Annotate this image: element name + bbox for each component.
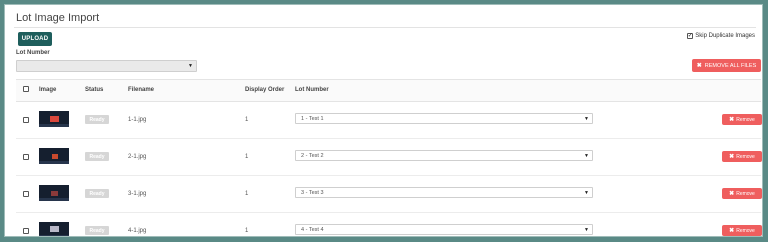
table-row: Ready 1-1.jpg 1 1 - Test 1 ▼ ✖ Remove [16, 102, 762, 139]
filename: 4-1.jpg [128, 228, 147, 234]
lot-image-import-panel: Lot Image Import UPLOAD ✓ Skip Duplicate… [4, 4, 763, 237]
remove-button[interactable]: ✖ Remove [722, 225, 762, 236]
page-title: Lot Image Import [16, 12, 100, 24]
row-lot-select-value: 2 - Test 2 [301, 153, 324, 159]
close-icon: ✖ [729, 191, 735, 197]
header-lot-number: Lot Number [295, 87, 329, 93]
row-lot-select[interactable]: 3 - Test 3 ▼ [295, 187, 593, 198]
caret-down-icon: ▼ [584, 153, 589, 159]
close-icon: ✖ [696, 63, 702, 69]
filename: 1-1.jpg [128, 117, 147, 123]
row-checkbox[interactable] [23, 154, 29, 160]
files-table: Image Status Filename Display Order Lot … [16, 79, 762, 236]
filename: 3-1.jpg [128, 191, 147, 197]
row-lot-select[interactable]: 4 - Test 4 ▼ [295, 224, 593, 235]
filename: 2-1.jpg [128, 154, 147, 160]
remove-button[interactable]: ✖ Remove [722, 114, 762, 125]
display-order: 1 [245, 154, 249, 160]
status-badge: Ready [85, 152, 109, 161]
row-lot-select-value: 4 - Test 4 [301, 227, 324, 233]
close-icon: ✖ [729, 154, 735, 160]
status-badge: Ready [85, 189, 109, 198]
close-icon: ✖ [729, 117, 735, 123]
header-image: Image [39, 87, 57, 93]
thumbnail-image [39, 148, 69, 164]
caret-down-icon: ▼ [584, 227, 589, 233]
header-filename: Filename [128, 87, 155, 93]
row-lot-select[interactable]: 2 - Test 2 ▼ [295, 150, 593, 161]
header-display-order: Display Order [245, 87, 285, 93]
remove-label: Remove [736, 227, 755, 234]
lot-number-label: Lot Number [16, 50, 50, 56]
row-lot-select-value: 3 - Test 3 [301, 190, 324, 196]
upload-button[interactable]: UPLOAD [18, 32, 52, 46]
thumbnail-image [39, 111, 69, 127]
thumbnail-image [39, 185, 69, 201]
remove-button[interactable]: ✖ Remove [722, 151, 762, 162]
remove-label: Remove [736, 190, 755, 197]
table-header: Image Status Filename Display Order Lot … [16, 79, 761, 102]
table-row: Ready 4-1.jpg 1 4 - Test 4 ▼ ✖ Remove [16, 213, 762, 236]
display-order: 1 [245, 191, 249, 197]
remove-all-files-label: REMOVE ALL FILES [704, 62, 757, 69]
skip-duplicates-option[interactable]: ✓ Skip Duplicate Images [687, 33, 755, 39]
remove-all-files-button[interactable]: ✖ REMOVE ALL FILES [692, 59, 761, 72]
row-checkbox[interactable] [23, 191, 29, 197]
status-badge: Ready [85, 115, 109, 124]
caret-down-icon: ▼ [584, 116, 589, 122]
remove-label: Remove [736, 153, 755, 160]
row-lot-select[interactable]: 1 - Test 1 ▼ [295, 113, 593, 124]
caret-down-icon: ▼ [584, 190, 589, 196]
lot-number-select[interactable]: ▼ [16, 60, 197, 72]
header-status: Status [85, 87, 104, 93]
remove-label: Remove [736, 116, 755, 123]
skip-duplicates-checkbox[interactable]: ✓ [687, 33, 694, 39]
row-checkbox[interactable] [23, 228, 29, 234]
thumbnail-image [39, 222, 69, 236]
close-icon: ✖ [729, 228, 735, 234]
title-divider [14, 27, 756, 28]
skip-duplicates-label: Skip Duplicate Images [695, 33, 755, 39]
status-badge: Ready [85, 226, 109, 235]
remove-button[interactable]: ✖ Remove [722, 188, 762, 199]
table-row: Ready 2-1.jpg 1 2 - Test 2 ▼ ✖ Remove [16, 139, 762, 176]
select-all-checkbox[interactable] [23, 86, 29, 92]
row-checkbox[interactable] [23, 117, 29, 123]
table-row: Ready 3-1.jpg 1 3 - Test 3 ▼ ✖ Remove [16, 176, 762, 213]
row-lot-select-value: 1 - Test 1 [301, 116, 324, 122]
display-order: 1 [245, 228, 249, 234]
caret-down-icon: ▼ [188, 63, 193, 69]
display-order: 1 [245, 117, 249, 123]
